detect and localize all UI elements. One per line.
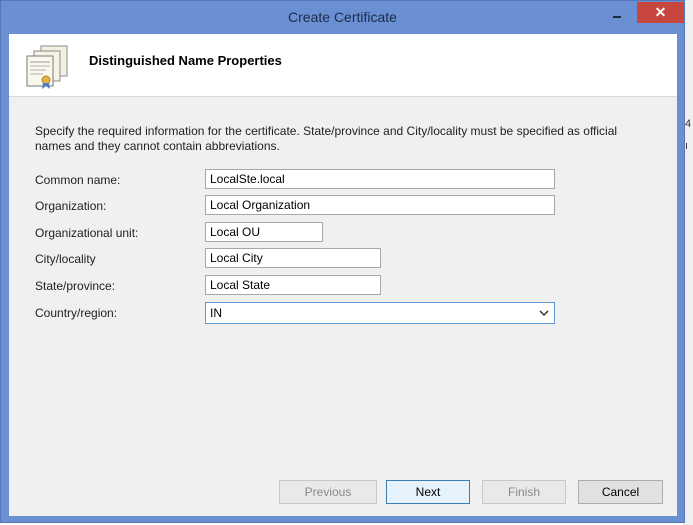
- state-label: State/province:: [35, 279, 116, 293]
- city-label: City/locality: [35, 252, 96, 266]
- state-input[interactable]: [205, 275, 381, 295]
- close-button[interactable]: ✕: [637, 2, 684, 23]
- description-text: Specify the required information for the…: [35, 124, 618, 153]
- finish-button[interactable]: Finish: [482, 480, 566, 504]
- cancel-button[interactable]: Cancel: [578, 480, 663, 504]
- page-title: Distinguished Name Properties: [89, 53, 282, 68]
- wizard-header: Distinguished Name Properties: [9, 34, 677, 97]
- country-label: Country/region:: [35, 306, 118, 320]
- organization-label: Organization:: [35, 199, 107, 213]
- organizational-unit-input[interactable]: [205, 222, 323, 242]
- country-selected-value: IN: [210, 306, 222, 320]
- previous-button[interactable]: Previous: [279, 480, 377, 504]
- next-button[interactable]: Next: [386, 480, 470, 504]
- certificate-icon: [26, 45, 68, 89]
- city-input[interactable]: [205, 248, 381, 268]
- minimize-icon: [613, 16, 621, 18]
- close-icon: ✕: [654, 4, 667, 20]
- dialog-client-area: Distinguished Name Properties Specify th…: [9, 34, 677, 516]
- minimize-button[interactable]: [602, 3, 632, 25]
- country-select[interactable]: IN: [205, 302, 555, 324]
- window-title: Create Certificate: [288, 9, 397, 25]
- create-certificate-window: Create Certificate ✕ Distinguished Name …: [0, 0, 685, 523]
- chevron-down-icon: [539, 310, 549, 317]
- common-name-label: Common name:: [35, 173, 121, 187]
- organization-input[interactable]: [205, 195, 555, 215]
- title-bar[interactable]: Create Certificate ✕: [1, 1, 684, 34]
- organizational-unit-label: Organizational unit:: [35, 226, 139, 240]
- common-name-input[interactable]: [205, 169, 555, 189]
